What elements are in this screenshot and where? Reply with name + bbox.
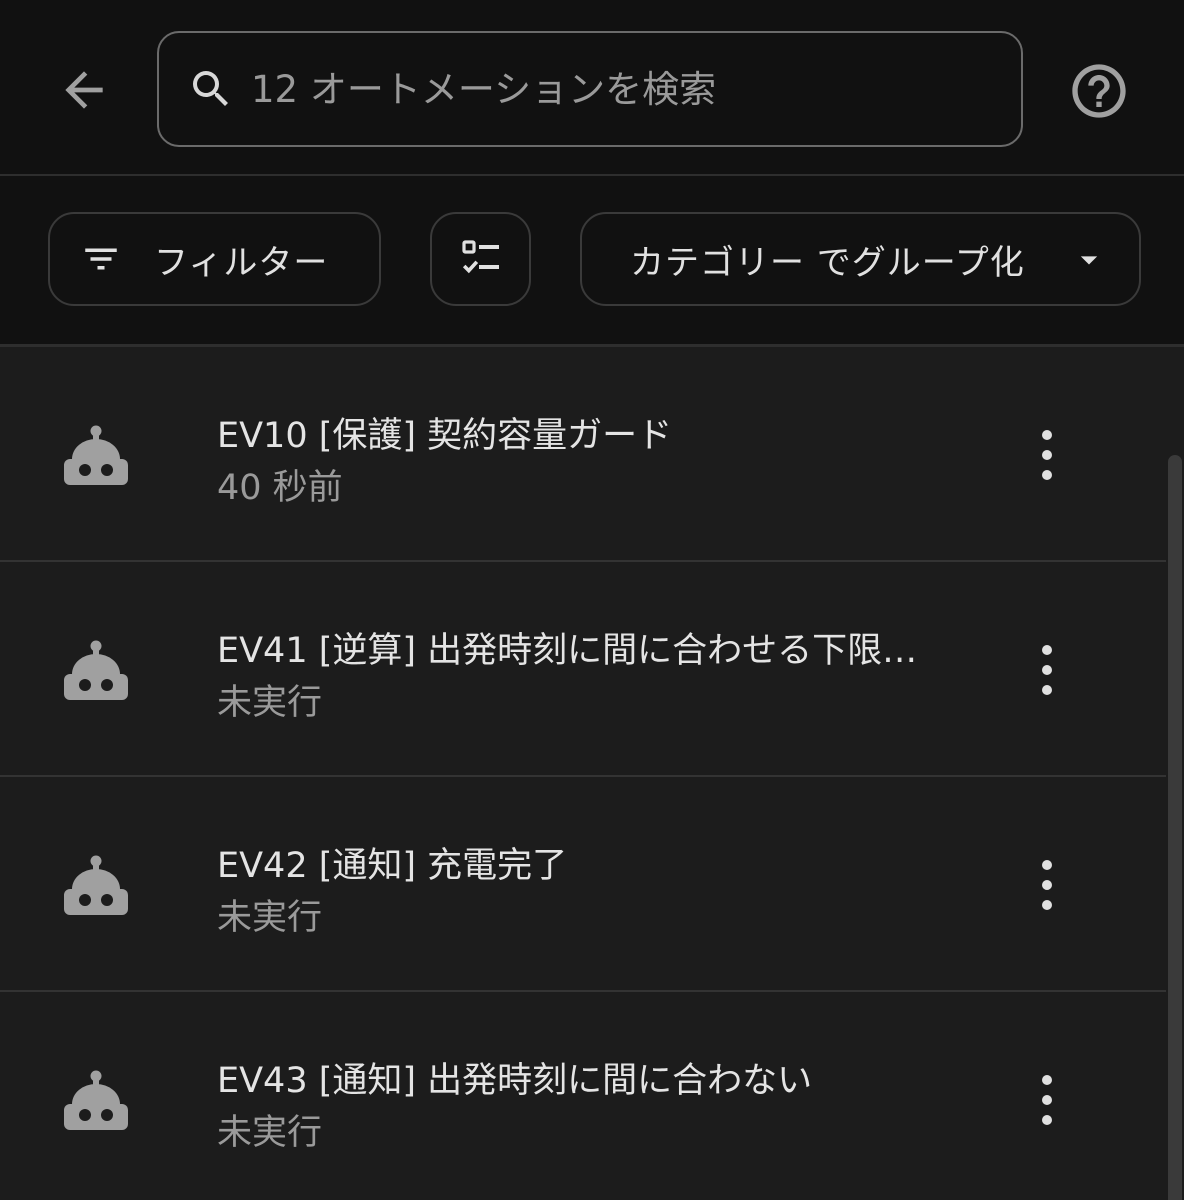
automation-row[interactable]: EV42 [通知] 充電完了 未実行 (0, 777, 1166, 992)
automation-last-run: 未実行 (217, 683, 323, 723)
automation-title: EV10 [保護] 契約容量ガード (217, 416, 673, 456)
more-vert-icon (1042, 1075, 1052, 1125)
automation-row[interactable]: EV10 [保護] 契約容量ガード 40 秒前 (0, 347, 1166, 562)
overflow-menu-button[interactable] (1020, 425, 1074, 485)
more-vert-icon (1042, 430, 1052, 480)
search-input[interactable] (249, 66, 1021, 112)
automations-page: フィルター カテゴリー でグループ化 (0, 0, 1184, 1200)
filter-toolbar: フィルター カテゴリー でグループ化 (0, 176, 1184, 347)
automation-last-run: 未実行 (217, 898, 323, 938)
robot-icon (64, 1070, 128, 1130)
help-button[interactable] (1066, 58, 1132, 124)
automation-row[interactable]: EV43 [通知] 出発時刻に間に合わない 未実行 (0, 992, 1166, 1200)
more-vert-icon (1042, 645, 1052, 695)
automation-last-run: 40 秒前 (217, 468, 343, 508)
automation-row[interactable]: EV41 [逆算] 出発時刻に間に合わせる下限… 未実行 (0, 562, 1166, 777)
group-by-dropdown[interactable]: カテゴリー でグループ化 (580, 212, 1141, 306)
search-field[interactable] (157, 31, 1023, 147)
back-button[interactable] (52, 58, 116, 122)
select-mode-button[interactable] (430, 212, 531, 306)
automation-title: EV41 [逆算] 出発時刻に間に合わせる下限… (217, 631, 918, 671)
overflow-menu-button[interactable] (1020, 640, 1074, 700)
filter-icon (80, 238, 122, 280)
automation-title: EV43 [通知] 出発時刻に間に合わない (217, 1061, 813, 1101)
scrollbar-thumb[interactable] (1168, 455, 1182, 1200)
more-vert-icon (1042, 860, 1052, 910)
group-by-label: カテゴリー でグループ化 (630, 242, 1025, 283)
checklist-icon (461, 240, 499, 274)
automation-list: EV10 [保護] 契約容量ガード 40 秒前 EV41 [逆算] 出発時刻に間… (0, 347, 1166, 1200)
robot-icon (64, 425, 128, 485)
automation-title: EV42 [通知] 充電完了 (217, 846, 568, 886)
arrow-left-icon (65, 71, 103, 109)
caret-down-icon (1075, 247, 1103, 275)
filter-button[interactable]: フィルター (48, 212, 381, 306)
top-app-bar (0, 0, 1184, 176)
search-icon (187, 65, 235, 113)
robot-icon (64, 640, 128, 700)
overflow-menu-button[interactable] (1020, 1070, 1074, 1130)
robot-icon (64, 855, 128, 915)
overflow-menu-button[interactable] (1020, 855, 1074, 915)
filter-label: フィルター (154, 242, 329, 283)
automation-last-run: 未実行 (217, 1113, 323, 1153)
help-circle-icon (1072, 64, 1126, 118)
